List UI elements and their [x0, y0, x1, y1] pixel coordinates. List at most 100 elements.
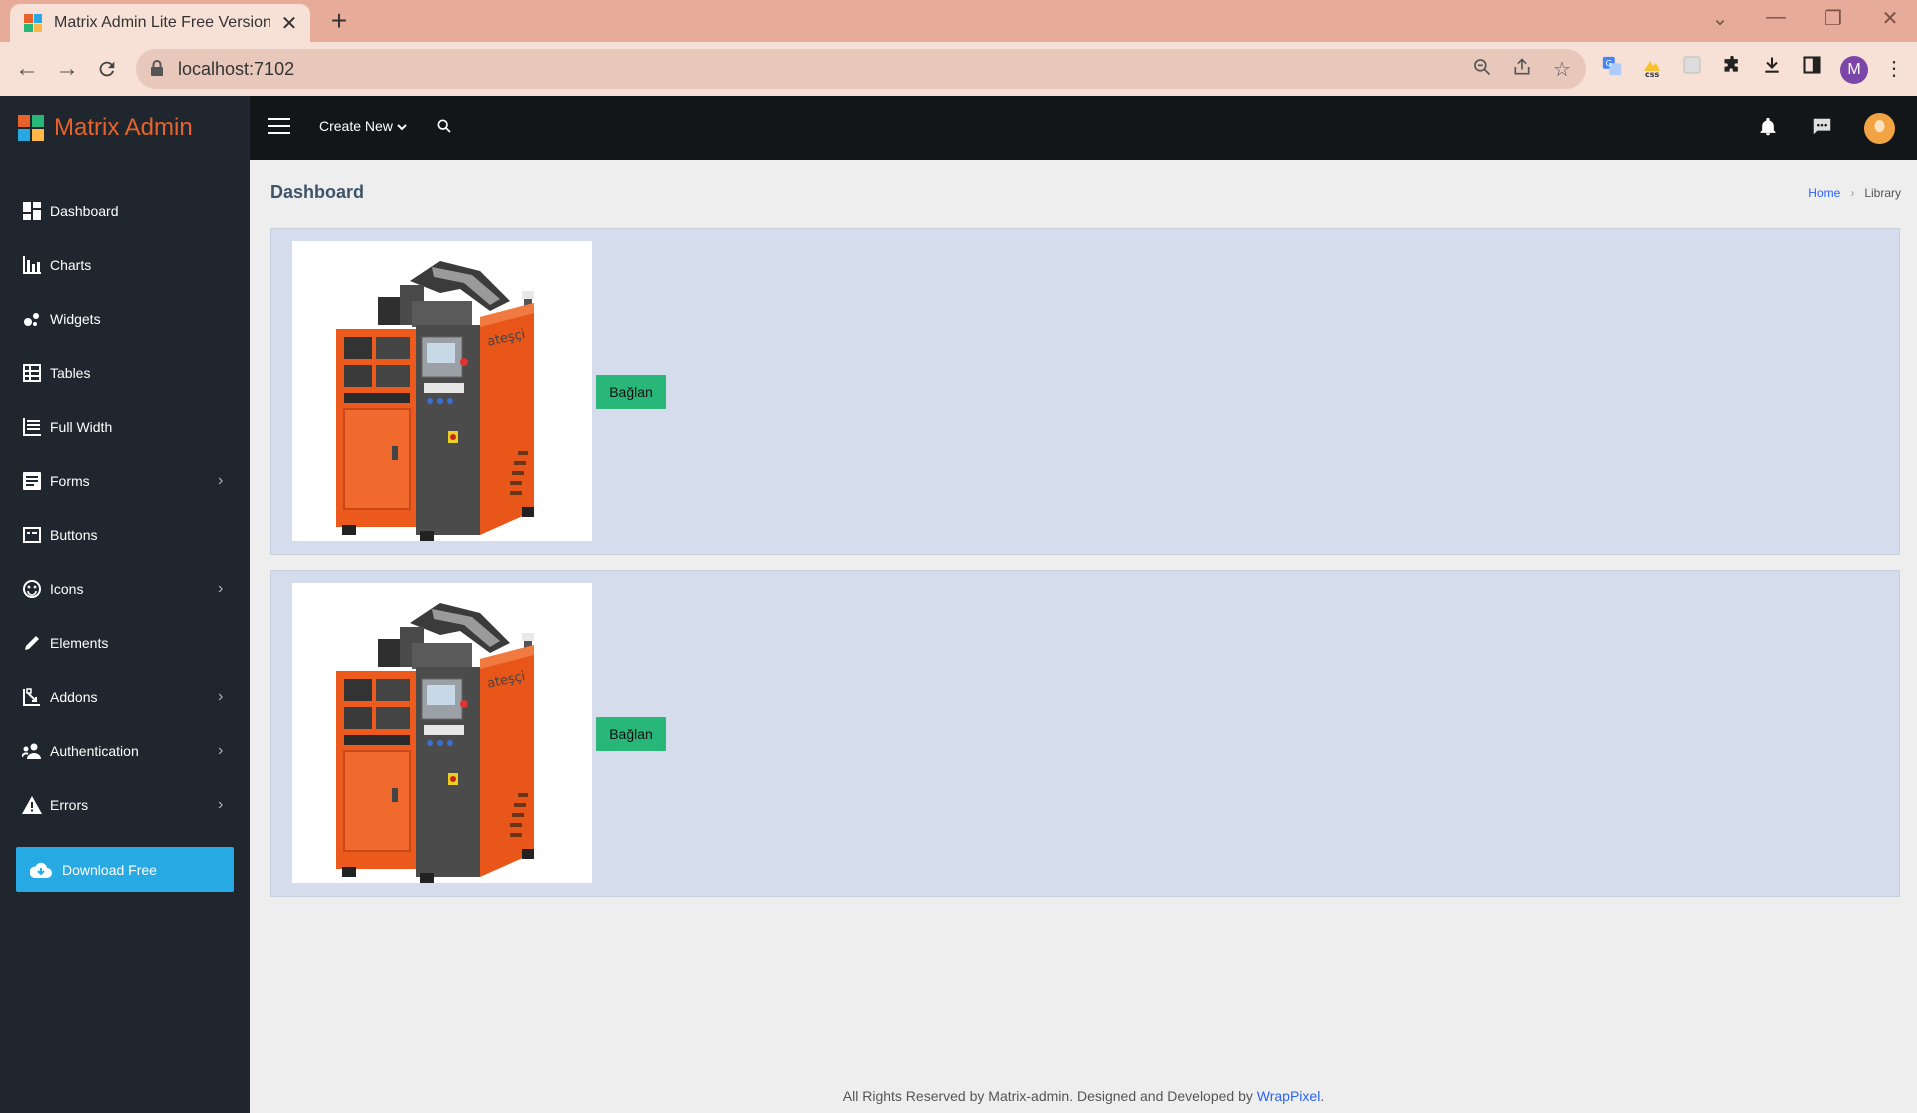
forms-icon	[22, 471, 42, 491]
sidebar-item-icons[interactable]: Icons ›	[0, 569, 250, 609]
sidebar-item-elements[interactable]: Elements	[0, 623, 250, 663]
sidebar-item-label: Tables	[50, 365, 91, 381]
machine-card: ateşçi Bağlan	[270, 228, 1900, 555]
sidebar-item-label: Charts	[50, 257, 92, 273]
sidebar-item-errors[interactable]: Errors ›	[0, 785, 250, 825]
chat-icon[interactable]	[1810, 116, 1834, 143]
profile-avatar[interactable]: M	[1840, 56, 1868, 84]
sidebar-item-label: Dashboard	[50, 203, 119, 219]
sidebar-item-tables[interactable]: Tables	[0, 353, 250, 393]
close-window-button[interactable]: ✕	[1870, 6, 1910, 31]
browser-tab[interactable]: Matrix Admin Lite Free Versions ✕	[10, 4, 310, 42]
footer: All Rights Reserved by Matrix-admin. Des…	[250, 1088, 1917, 1104]
extension-placeholder-icon[interactable]	[1678, 55, 1706, 83]
machine-image: ateşçi	[292, 241, 592, 541]
widgets-icon	[22, 309, 42, 329]
cloud-download-icon	[30, 862, 52, 878]
warning-icon	[22, 795, 42, 815]
sidebar: Dashboard Charts Widgets Tables Full Wid…	[0, 160, 250, 1113]
back-button[interactable]: ←	[12, 54, 42, 84]
pencil-icon	[22, 633, 42, 653]
sidebar-item-forms[interactable]: Forms ›	[0, 461, 250, 501]
chevron-right-icon: ›	[218, 796, 224, 813]
forward-button[interactable]: →	[52, 54, 82, 84]
svg-text:G: G	[1606, 58, 1612, 68]
main-content: Dashboard Home › Library ateşçi Bağlan a…	[250, 160, 1917, 1113]
restore-button[interactable]: ❐	[1813, 6, 1853, 31]
svg-text:css: css	[1645, 70, 1660, 79]
tab-search-icon[interactable]: ⌄	[1700, 6, 1740, 31]
url-text: localhost:7102	[178, 59, 295, 79]
sidebar-item-label: Icons	[50, 581, 84, 597]
new-tab-button[interactable]: +	[322, 4, 356, 38]
machine-image: ateşçi	[292, 583, 592, 883]
sidebar-item-widgets[interactable]: Widgets	[0, 299, 250, 339]
chevron-right-icon: ›	[218, 580, 224, 597]
connect-button[interactable]: Bağlan	[596, 717, 666, 751]
close-tab-icon[interactable]: ✕	[278, 11, 300, 36]
chevron-right-icon: ›	[218, 472, 224, 489]
bar-chart-icon	[22, 255, 42, 275]
breadcrumb-current: Library	[1864, 186, 1901, 200]
sidebar-item-label: Addons	[50, 689, 98, 705]
favicon-icon	[24, 14, 42, 32]
search-icon[interactable]	[436, 118, 452, 139]
minimize-button[interactable]: —	[1756, 6, 1796, 29]
download-free-label: Download Free	[62, 861, 157, 878]
chevron-down-icon	[397, 118, 407, 134]
sidebar-item-addons[interactable]: Addons ›	[0, 677, 250, 717]
extensions-puzzle-icon[interactable]	[1718, 55, 1746, 83]
sidebar-item-label: Buttons	[50, 527, 98, 543]
sidebar-item-buttons[interactable]: Buttons	[0, 515, 250, 555]
sidebar-item-label: Elements	[50, 635, 109, 651]
download-icon[interactable]	[1758, 55, 1786, 83]
zoom-icon[interactable]	[1469, 57, 1495, 83]
bookmark-star-icon[interactable]: ☆	[1549, 57, 1575, 83]
sidebar-item-label: Forms	[50, 473, 90, 489]
sidebar-item-label: Errors	[50, 797, 89, 813]
bell-icon[interactable]	[1758, 116, 1778, 143]
users-icon	[22, 741, 42, 761]
machine-card: ateşçi Bağlan	[270, 570, 1900, 897]
side-panel-icon[interactable]	[1798, 55, 1826, 83]
wrappixel-link[interactable]: WrapPixel	[1257, 1088, 1321, 1104]
reload-button[interactable]	[92, 54, 122, 84]
share-icon[interactable]	[1509, 57, 1535, 83]
sidebar-item-label: Widgets	[50, 311, 101, 327]
table-icon	[22, 363, 42, 383]
sidebar-item-label: Authentication	[50, 743, 139, 759]
sidebar-item-dashboard[interactable]: Dashboard	[0, 191, 250, 231]
app-topbar: Create New	[250, 96, 1917, 160]
brand-logo[interactable]: Matrix Admin	[0, 96, 250, 160]
address-bar[interactable]: localhost:7102 ☆	[136, 49, 1586, 89]
user-avatar[interactable]	[1864, 113, 1895, 144]
create-new-dropdown[interactable]: Create New	[319, 118, 407, 134]
browser-tab-strip: Matrix Admin Lite Free Versions ✕ + ⌄ — …	[0, 0, 1917, 42]
buttons-icon	[22, 525, 42, 545]
dashboard-icon	[22, 201, 42, 221]
breadcrumb-separator-icon: ›	[1850, 186, 1855, 200]
browser-toolbar: ← → localhost:7102 ☆ G css M ⋮	[0, 42, 1917, 96]
full-width-icon	[22, 417, 42, 437]
footer-end: .	[1320, 1088, 1325, 1104]
tab-title: Matrix Admin Lite Free Versions	[54, 14, 270, 31]
sidebar-item-full-width[interactable]: Full Width	[0, 407, 250, 447]
brand-name: Matrix Admin	[54, 114, 193, 141]
download-free-button[interactable]: Download Free	[16, 847, 234, 892]
sidebar-item-authentication[interactable]: Authentication ›	[0, 731, 250, 771]
page-title: Dashboard	[270, 182, 365, 202]
sidebar-item-charts[interactable]: Charts	[0, 245, 250, 285]
breadcrumb-home-link[interactable]: Home	[1808, 186, 1840, 200]
css-extension-icon[interactable]: css	[1638, 55, 1666, 83]
logo-icon	[18, 115, 44, 141]
addons-icon	[22, 687, 42, 707]
chevron-right-icon: ›	[218, 742, 224, 759]
create-new-label: Create New	[319, 118, 393, 134]
lock-icon	[150, 59, 164, 82]
connect-button[interactable]: Bağlan	[596, 375, 666, 409]
footer-text: All Rights Reserved by Matrix-admin. Des…	[842, 1088, 1257, 1104]
sidebar-toggle-icon[interactable]	[268, 118, 290, 136]
translate-extension-icon[interactable]: G	[1598, 55, 1626, 83]
browser-menu-icon[interactable]: ⋮	[1880, 55, 1908, 83]
sidebar-item-label: Full Width	[50, 419, 113, 435]
